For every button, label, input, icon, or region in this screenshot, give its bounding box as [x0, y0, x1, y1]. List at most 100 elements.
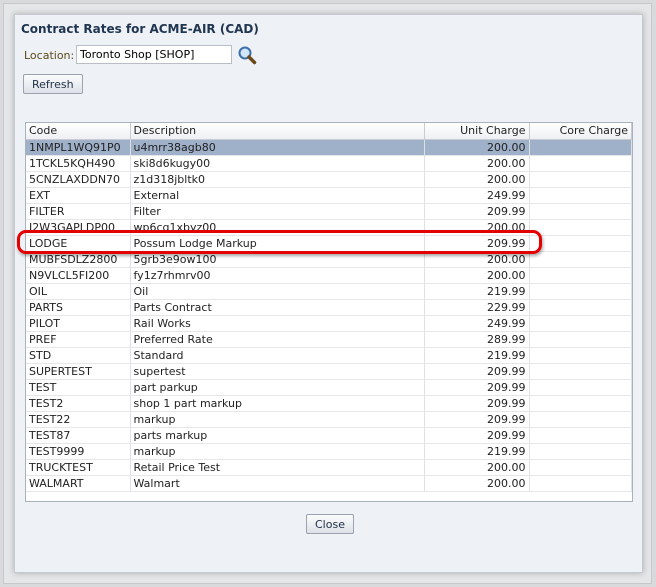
cell-unit-charge: 209.99: [424, 395, 530, 412]
cell-core-charge: [529, 411, 632, 428]
column-header-unit-charge[interactable]: Unit Charge: [424, 123, 530, 140]
table-row[interactable]: STD Standard 219.99: [26, 347, 632, 364]
table-row[interactable]: 1NMPL1WQ91P0 u4mrr38agb80 200.00: [26, 139, 632, 156]
cell-code: TEST: [26, 379, 131, 396]
cell-description: Oil: [130, 283, 425, 300]
cell-code: SUPERTEST: [26, 363, 131, 380]
cell-description: markup: [130, 443, 425, 460]
cell-unit-charge: 229.99: [424, 299, 530, 316]
cell-code: TEST22: [26, 411, 131, 428]
cell-description: Retail Price Test: [130, 459, 425, 476]
cell-description: 5grb3e9ow100: [130, 251, 425, 268]
cell-core-charge: [529, 139, 632, 156]
magnifier-icon[interactable]: [237, 45, 257, 65]
location-label: Location:: [24, 49, 75, 62]
location-input[interactable]: [76, 45, 232, 64]
cell-unit-charge: 200.00: [424, 251, 530, 268]
cell-core-charge: [529, 347, 632, 364]
cell-unit-charge: 200.00: [424, 171, 530, 188]
table-row[interactable]: TEST22 markup 209.99: [26, 411, 632, 428]
cell-core-charge: [529, 443, 632, 460]
table-row[interactable]: SUPERTEST supertest 209.99: [26, 363, 632, 380]
table-row[interactable]: TRUCKTEST Retail Price Test 200.00: [26, 459, 632, 476]
cell-description: ski8d6kugy00: [130, 155, 425, 172]
table-row[interactable]: PILOT Rail Works 249.99: [26, 315, 632, 332]
table-row[interactable]: TEST2 shop 1 part markup 209.99: [26, 395, 632, 412]
cell-description: Parts Contract: [130, 299, 425, 316]
cell-code: 1TCKL5KQH490: [26, 155, 131, 172]
column-header-code[interactable]: Code: [26, 123, 131, 140]
table-row[interactable]: FILTER Filter 209.99: [26, 203, 632, 220]
cell-description: wp6cq1xbyz00: [130, 219, 425, 236]
cell-unit-charge: 209.99: [424, 411, 530, 428]
contract-rates-dialog: Contract Rates for ACME-AIR (CAD) Locati…: [14, 14, 643, 573]
cell-unit-charge: 219.99: [424, 443, 530, 460]
cell-unit-charge: 249.99: [424, 187, 530, 204]
cell-code: MUBFSDLZ2800: [26, 251, 131, 268]
cell-unit-charge: 200.00: [424, 459, 530, 476]
cell-unit-charge: 200.00: [424, 267, 530, 284]
table-row[interactable]: PARTS Parts Contract 229.99: [26, 299, 632, 316]
cell-code: PARTS: [26, 299, 131, 316]
cell-code: STD: [26, 347, 131, 364]
table-row[interactable]: 1TCKL5KQH490 ski8d6kugy00 200.00: [26, 155, 632, 172]
cell-core-charge: [529, 331, 632, 348]
cell-code: 5CNZLAXDDN70: [26, 171, 131, 188]
table-row[interactable]: 5CNZLAXDDN70 z1d318jbltk0 200.00: [26, 171, 632, 188]
column-header-core-charge[interactable]: Core Charge: [529, 123, 632, 140]
cell-description: z1d318jbltk0: [130, 171, 425, 188]
cell-unit-charge: 209.99: [424, 427, 530, 444]
table-row[interactable]: OIL Oil 219.99: [26, 283, 632, 300]
cell-description: Preferred Rate: [130, 331, 425, 348]
cell-description: External: [130, 187, 425, 204]
cell-description: Standard: [130, 347, 425, 364]
cell-description: Filter: [130, 203, 425, 220]
table-row[interactable]: LODGE Possum Lodge Markup 209.99: [26, 235, 632, 252]
cell-description: supertest: [130, 363, 425, 380]
cell-core-charge: [529, 475, 632, 492]
cell-description: shop 1 part markup: [130, 395, 425, 412]
table-row[interactable]: EXT External 249.99: [26, 187, 632, 204]
cell-description: Possum Lodge Markup: [130, 235, 425, 252]
refresh-button[interactable]: Refresh: [23, 74, 83, 94]
table-row[interactable]: N9VLCL5FI200 fy1z7rhmrv00 200.00: [26, 267, 632, 284]
cell-unit-charge: 289.99: [424, 331, 530, 348]
cell-code: TEST9999: [26, 443, 131, 460]
cell-code: N9VLCL5FI200: [26, 267, 131, 284]
table-row[interactable]: TEST9999 markup 219.99: [26, 443, 632, 460]
table-row[interactable]: MUBFSDLZ2800 5grb3e9ow100 200.00: [26, 251, 632, 268]
cell-code: LODGE: [26, 235, 131, 252]
cell-core-charge: [529, 235, 632, 252]
table-row[interactable]: WALMART Walmart 200.00: [26, 475, 632, 492]
cell-core-charge: [529, 203, 632, 220]
table-row[interactable]: TEST part parkup 209.99: [26, 379, 632, 396]
cell-core-charge: [529, 459, 632, 476]
table-row[interactable]: TEST87 parts markup 209.99: [26, 427, 632, 444]
cell-description: fy1z7rhmrv00: [130, 267, 425, 284]
cell-unit-charge: 219.99: [424, 283, 530, 300]
cell-code: FILTER: [26, 203, 131, 220]
cell-description: markup: [130, 411, 425, 428]
cell-core-charge: [529, 187, 632, 204]
cell-code: TRUCKTEST: [26, 459, 131, 476]
cell-core-charge: [529, 155, 632, 172]
cell-unit-charge: 200.00: [424, 219, 530, 236]
cell-description: u4mrr38agb80: [130, 139, 425, 156]
cell-unit-charge: 249.99: [424, 315, 530, 332]
cell-code: EXT: [26, 187, 131, 204]
cell-code: 1NMPL1WQ91P0: [26, 139, 131, 156]
cell-unit-charge: 209.99: [424, 203, 530, 220]
cell-unit-charge: 209.99: [424, 363, 530, 380]
cell-core-charge: [529, 171, 632, 188]
table-row[interactable]: PREF Preferred Rate 289.99: [26, 331, 632, 348]
table-row[interactable]: J2W3GAPLDP00 wp6cq1xbyz00 200.00: [26, 219, 632, 236]
cell-description: parts markup: [130, 427, 425, 444]
close-button[interactable]: Close: [306, 514, 354, 534]
cell-core-charge: [529, 315, 632, 332]
column-header-description[interactable]: Description: [130, 123, 425, 140]
cell-core-charge: [529, 219, 632, 236]
cell-core-charge: [529, 379, 632, 396]
cell-description: part parkup: [130, 379, 425, 396]
dialog-title: Contract Rates for ACME-AIR (CAD): [21, 22, 259, 36]
cell-core-charge: [529, 427, 632, 444]
